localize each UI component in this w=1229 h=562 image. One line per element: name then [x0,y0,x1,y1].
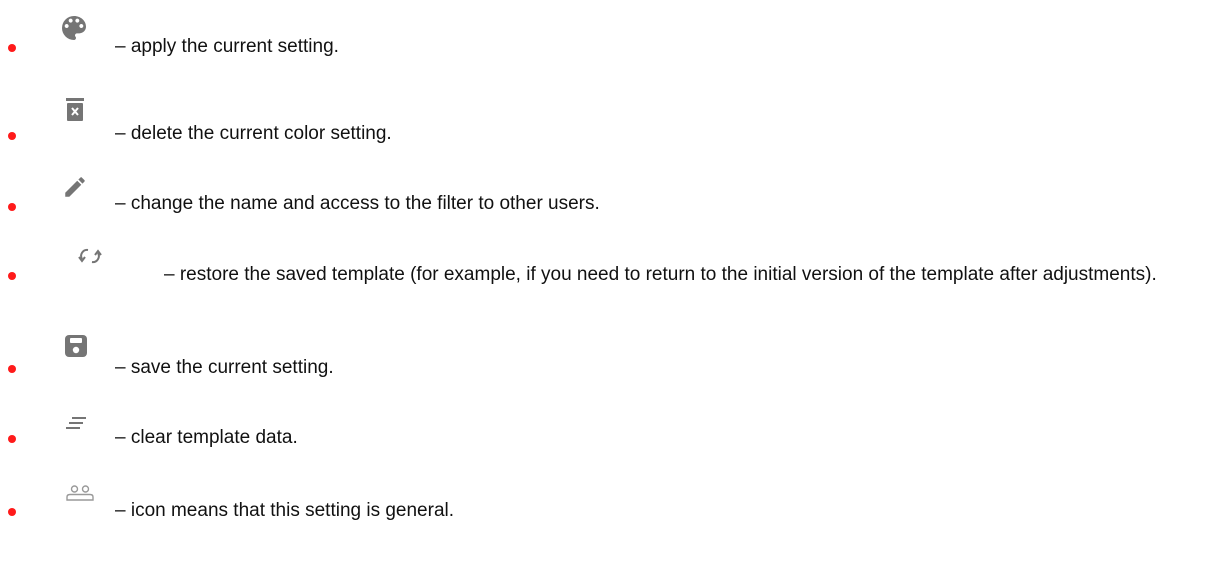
item-description: – restore the saved template (for exampl… [164,264,1157,285]
list-item-save: – save the current setting. [0,320,1229,390]
list-item-clear: – clear template data. [0,390,1229,460]
item-description: – change the name and access to the filt… [115,193,600,214]
item-description: – clear template data. [115,427,298,448]
legend-list: – apply the current setting. – delete th… [0,0,1229,562]
item-description-wrapped: – restore the saved template (for exampl… [40,261,1222,289]
bullet [8,435,16,443]
item-description: – icon means that this setting is genera… [115,500,455,521]
list-item-edit: – change the name and access to the filt… [0,140,1229,214]
delete-bin-icon [66,98,84,121]
bullet [8,132,16,140]
list-item-delete: – delete the current color setting. [0,70,1229,144]
list-item-apply: – apply the current setting. [0,0,1229,70]
bullet [8,508,16,516]
list-item-general: – icon means that this setting is genera… [0,460,1229,530]
palette-icon [62,16,86,40]
item-description: – save the current setting. [115,357,334,378]
group-users-icon [66,485,94,501]
bullet [8,44,16,52]
item-description: – apply the current setting. [115,36,339,57]
pencil-icon [65,177,85,197]
bullet [8,272,16,280]
save-icon [65,335,87,357]
bullet [8,203,16,211]
clear-lines-icon [66,417,86,429]
bullet [8,365,16,373]
list-item-restore: – restore the saved template (for exampl… [0,240,1229,320]
